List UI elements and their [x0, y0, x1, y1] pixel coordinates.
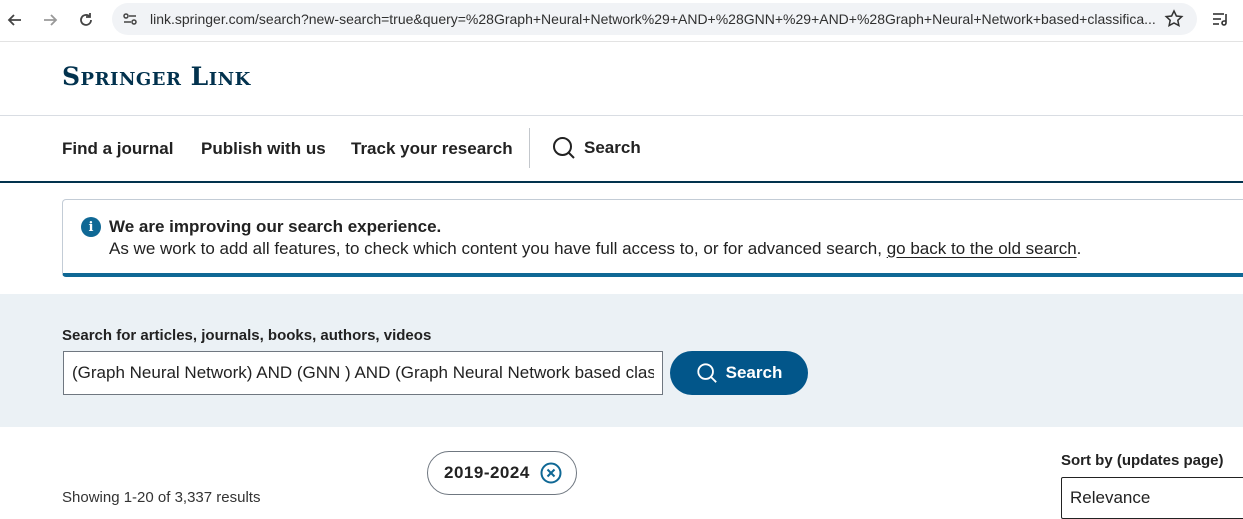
site-settings-icon[interactable] — [122, 11, 138, 27]
sort-select[interactable]: Relevance — [1061, 477, 1243, 519]
search-label: Search for articles, journals, books, au… — [62, 327, 432, 344]
info-icon: i — [81, 217, 101, 237]
address-bar[interactable]: link.springer.com/search?new-search=true… — [112, 3, 1197, 35]
search-section: Search for articles, journals, books, au… — [0, 294, 1243, 427]
bookmark-star-icon[interactable] — [1164, 9, 1184, 29]
back-arrow-icon[interactable] — [2, 7, 28, 33]
main-navigation: Find a journal Publish with us Track you… — [0, 117, 1243, 183]
url-text[interactable]: link.springer.com/search?new-search=true… — [150, 11, 1160, 27]
nav-search-button[interactable]: Search — [552, 136, 641, 160]
reload-icon[interactable] — [73, 7, 99, 33]
search-submit-button[interactable]: Search — [670, 351, 808, 395]
search-input[interactable] — [63, 351, 663, 395]
filter-chip-label: 2019-2024 — [444, 463, 530, 482]
date-filter-chip[interactable]: 2019-2024 — [427, 451, 577, 495]
results-count: Showing 1-20 of 3,337 results — [62, 489, 261, 506]
forward-arrow-icon[interactable] — [37, 7, 63, 33]
springer-link-logo[interactable]: Springer Link — [62, 62, 251, 91]
nav-track-research[interactable]: Track your research — [351, 139, 513, 159]
search-icon — [553, 137, 575, 159]
search-icon — [697, 363, 717, 383]
reading-list-icon[interactable] — [1212, 10, 1230, 28]
notice-title: We are improving our search experience. — [109, 217, 442, 236]
notice-body-suffix: . — [1076, 239, 1082, 258]
old-search-link[interactable]: go back to the old search — [887, 239, 1077, 258]
search-notice-banner: i We are improving our search experience… — [62, 199, 1243, 277]
nav-publish[interactable]: Publish with us — [201, 139, 326, 159]
site-header: Springer Link — [0, 42, 1243, 116]
notice-body: As we work to add all features, to check… — [109, 239, 1081, 259]
nav-search-label: Search — [584, 138, 641, 157]
nav-divider — [529, 128, 530, 168]
search-button-label: Search — [725, 363, 783, 382]
close-circle-icon[interactable] — [540, 462, 562, 484]
browser-toolbar: link.springer.com/search?new-search=true… — [0, 0, 1243, 42]
notice-body-text: As we work to add all features, to check… — [109, 239, 882, 258]
sort-label: Sort by (updates page) — [1061, 452, 1224, 469]
nav-find-journal[interactable]: Find a journal — [62, 139, 173, 159]
